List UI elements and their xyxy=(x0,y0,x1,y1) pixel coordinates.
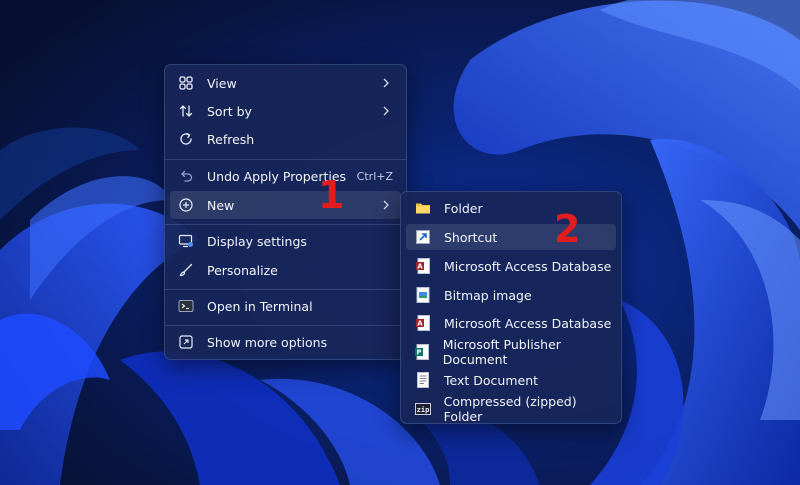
submenu-item-label: Text Document xyxy=(444,372,539,388)
terminal-icon xyxy=(176,296,196,316)
menu-item-label: Sort by xyxy=(207,103,252,119)
submenu-item-label: Microsoft Publisher Document xyxy=(442,337,561,367)
access-database-icon: A xyxy=(414,314,432,332)
chevron-right-icon xyxy=(379,200,393,210)
submenu-item-label: Microsoft Access Database xyxy=(444,315,612,331)
menu-item-new[interactable]: New xyxy=(170,191,401,219)
submenu-item-shortcut[interactable]: Shortcut xyxy=(406,224,616,250)
personalize-brush-icon xyxy=(176,260,196,280)
submenu-item-label: Folder xyxy=(444,200,483,216)
menu-item-view[interactable]: View xyxy=(170,69,401,97)
shortcut-icon xyxy=(414,228,432,246)
chevron-right-icon xyxy=(379,78,393,88)
menu-item-display-settings[interactable]: Display settings xyxy=(170,227,401,255)
submenu-item-label: Shortcut xyxy=(444,229,498,245)
keyboard-shortcut: Ctrl+Z xyxy=(356,169,393,183)
menu-item-sort-by[interactable]: Sort by xyxy=(170,97,401,125)
folder-icon xyxy=(414,199,432,217)
menu-item-show-more-options[interactable]: Show more options xyxy=(170,328,401,356)
menu-item-label: Refresh xyxy=(207,131,255,147)
refresh-icon xyxy=(176,129,196,149)
step-marker-1: 1 xyxy=(318,173,345,217)
menu-item-open-in-terminal[interactable]: Open in Terminal xyxy=(170,292,401,320)
submenu-item-label: Microsoft Access Database xyxy=(444,258,612,274)
svg-text:zip: zip xyxy=(417,406,430,414)
submenu-item-access-database-2[interactable]: A Microsoft Access Database xyxy=(406,310,616,336)
submenu-item-bitmap-image[interactable]: Bitmap image xyxy=(406,282,616,308)
menu-item-label: Personalize xyxy=(207,262,278,278)
publisher-document-icon: P xyxy=(414,343,431,361)
submenu-item-publisher-document[interactable]: P Microsoft Publisher Document xyxy=(406,337,616,367)
sort-icon xyxy=(176,101,196,121)
show-more-options-icon xyxy=(176,332,196,352)
submenu-item-access-database[interactable]: A Microsoft Access Database xyxy=(406,253,616,279)
desktop-context-menu: View Sort by Refresh Undo Apply Properti… xyxy=(164,64,407,360)
menu-item-label: View xyxy=(207,75,237,91)
menu-item-refresh[interactable]: Refresh xyxy=(170,125,401,153)
new-plus-icon xyxy=(176,195,196,215)
submenu-item-label: Bitmap image xyxy=(444,287,532,303)
menu-item-label: Show more options xyxy=(207,334,328,350)
chevron-right-icon xyxy=(379,106,393,116)
text-document-icon xyxy=(414,371,432,389)
submenu-item-zip-folder[interactable]: zip Compressed (zipped) Folder xyxy=(406,394,616,424)
view-grid-icon xyxy=(176,73,196,93)
submenu-item-text-document[interactable]: Text Document xyxy=(406,367,616,393)
submenu-item-label: Compressed (zipped) Folder xyxy=(443,394,577,424)
svg-text:A: A xyxy=(417,263,423,271)
menu-item-personalize[interactable]: Personalize xyxy=(170,256,401,284)
undo-icon xyxy=(176,166,196,186)
menu-divider xyxy=(165,325,406,326)
menu-item-label: Open in Terminal xyxy=(207,298,313,314)
display-settings-icon xyxy=(176,231,196,251)
new-submenu: Folder Shortcut A Microsoft Access Datab… xyxy=(400,191,622,424)
step-marker-2: 2 xyxy=(554,207,581,251)
submenu-item-folder[interactable]: Folder xyxy=(406,195,616,221)
zip-folder-icon: zip xyxy=(414,400,432,418)
menu-divider xyxy=(165,289,406,290)
menu-item-label: New xyxy=(207,197,235,213)
access-database-icon: A xyxy=(414,257,432,275)
svg-text:P: P xyxy=(417,349,422,357)
menu-divider xyxy=(165,224,406,225)
svg-text:A: A xyxy=(417,320,423,328)
menu-divider xyxy=(165,159,406,160)
menu-item-label: Display settings xyxy=(207,233,307,249)
bitmap-image-icon xyxy=(414,286,432,304)
menu-item-undo-apply-properties[interactable]: Undo Apply Properties Ctrl+Z xyxy=(170,162,401,190)
